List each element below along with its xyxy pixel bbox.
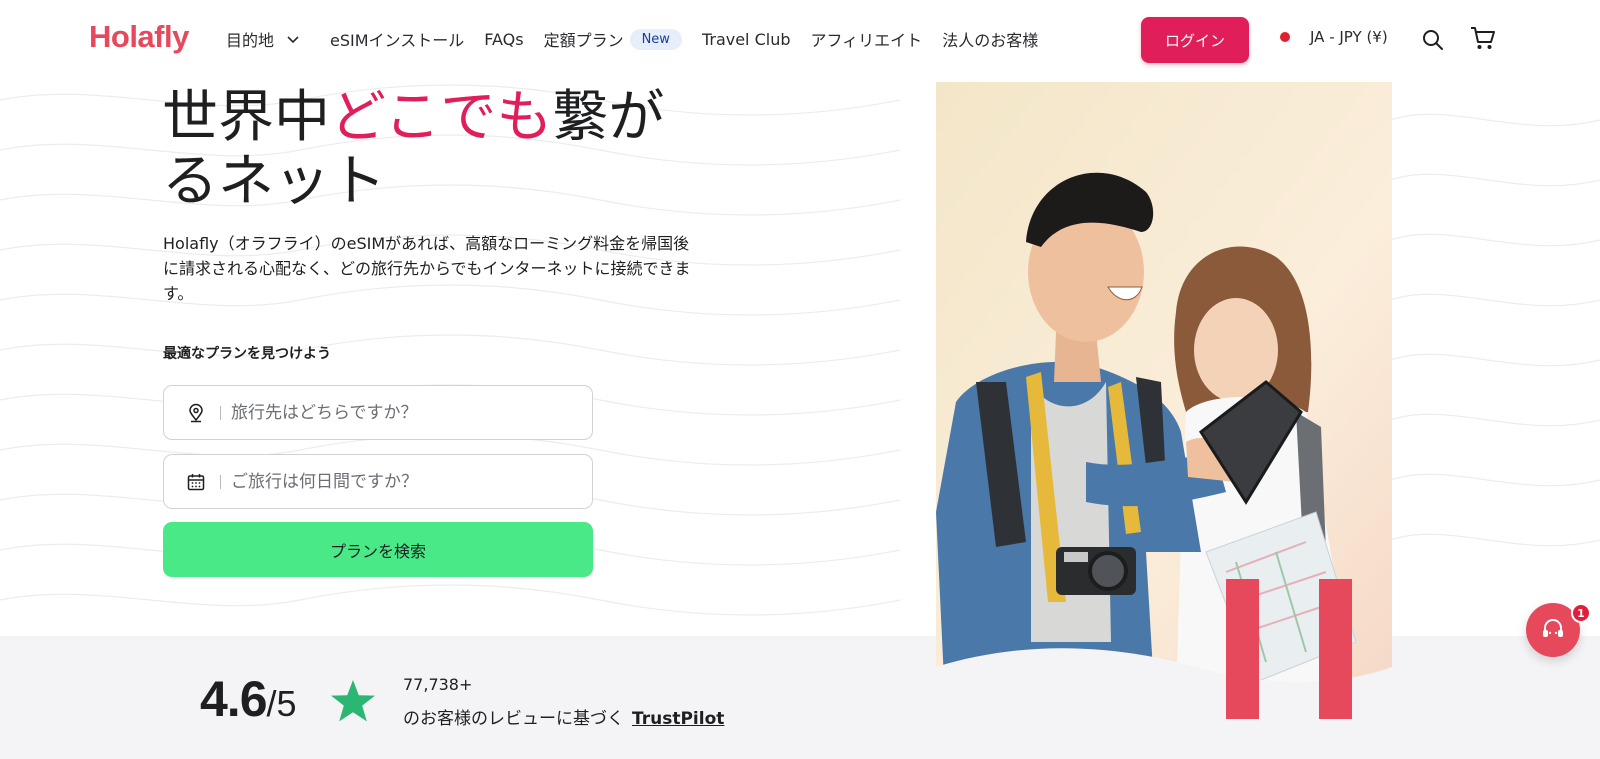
trip-days-input[interactable] <box>231 471 561 492</box>
search-plans-button[interactable]: プランを検索 <box>163 522 593 577</box>
nav-item-esim-install[interactable]: eSIMインストール <box>330 27 464 51</box>
nav-item-faqs[interactable]: FAQs <box>484 30 523 49</box>
nav-item-label: 定額プラン <box>543 31 624 50</box>
chat-notification-badge: 1 <box>1571 603 1591 623</box>
hero-title-line2: るネット <box>162 149 386 214</box>
chevron-down-icon <box>287 36 299 44</box>
hero-travelers-image <box>936 82 1392 759</box>
hero-title: 世界中どこでも繋が るネット <box>162 86 682 214</box>
site-header: Holafly 目的地 eSIMインストール FAQs 定額プラン New Tr… <box>0 0 1600 80</box>
nav-item-label: FAQs <box>484 29 524 49</box>
cart-icon[interactable] <box>1469 24 1497 52</box>
nav-item-label: 法人のお客様 <box>942 31 1039 50</box>
nav-item-label: 目的地 <box>226 31 275 50</box>
main-nav: 目的地 eSIMインストール FAQs 定額プラン New Travel Clu… <box>226 27 1058 51</box>
nav-item-travel-club[interactable]: Travel Club <box>702 30 791 49</box>
nav-item-business[interactable]: 法人のお客様 <box>942 27 1038 51</box>
reviews-count: 77,738+ <box>403 675 473 694</box>
japan-flag-icon <box>1280 32 1290 42</box>
hero-title-accent: どこでも <box>330 85 553 150</box>
new-badge: New <box>629 28 682 50</box>
star-icon <box>331 680 375 722</box>
reviews-caption: のお客様のレビューに基づく TrustPilot <box>403 704 724 729</box>
nav-item-label: eSIMインストール <box>330 31 465 50</box>
hero-title-part2: 繋が <box>552 85 665 150</box>
language-currency-selector[interactable]: JA - JPY (¥) <box>1280 28 1388 46</box>
destination-input[interactable] <box>231 402 561 423</box>
rating-value: 4.6 <box>200 671 268 727</box>
language-label: JA - JPY (¥) <box>1310 28 1388 46</box>
plan-finder-label: 最適なプランを見つけよう <box>163 346 331 362</box>
nav-item-destinations[interactable]: 目的地 <box>226 27 300 51</box>
nav-item-label: アフィリエイト <box>810 31 923 50</box>
rating-max: /5 <box>266 683 297 724</box>
destination-field[interactable] <box>163 385 593 440</box>
holafly-logo[interactable]: Holafly <box>89 19 189 55</box>
nav-item-flat-plan[interactable]: 定額プラン New <box>544 27 682 51</box>
nav-item-label: Travel Club <box>701 29 791 49</box>
field-separator <box>220 405 221 420</box>
field-separator <box>220 474 221 489</box>
nav-item-affiliate[interactable]: アフィリエイト <box>811 27 923 51</box>
chat-support-icon <box>1543 619 1563 637</box>
calendar-icon <box>187 473 205 490</box>
search-icon[interactable] <box>1422 29 1444 51</box>
login-button[interactable]: ログイン <box>1141 17 1249 63</box>
trip-days-field[interactable] <box>163 454 593 509</box>
rating-score: 4.6 /5 <box>200 670 297 728</box>
location-pin-icon <box>189 403 203 422</box>
hero-title-part1: 世界中 <box>162 85 330 150</box>
reviews-caption-text: のお客様のレビューに基づく <box>403 709 624 729</box>
trustpilot-link[interactable]: TrustPilot <box>632 709 724 729</box>
hero-description: Holafly（オラフライ）のeSIMがあれば、高額なローミング料金を帰国後に請… <box>163 234 691 303</box>
